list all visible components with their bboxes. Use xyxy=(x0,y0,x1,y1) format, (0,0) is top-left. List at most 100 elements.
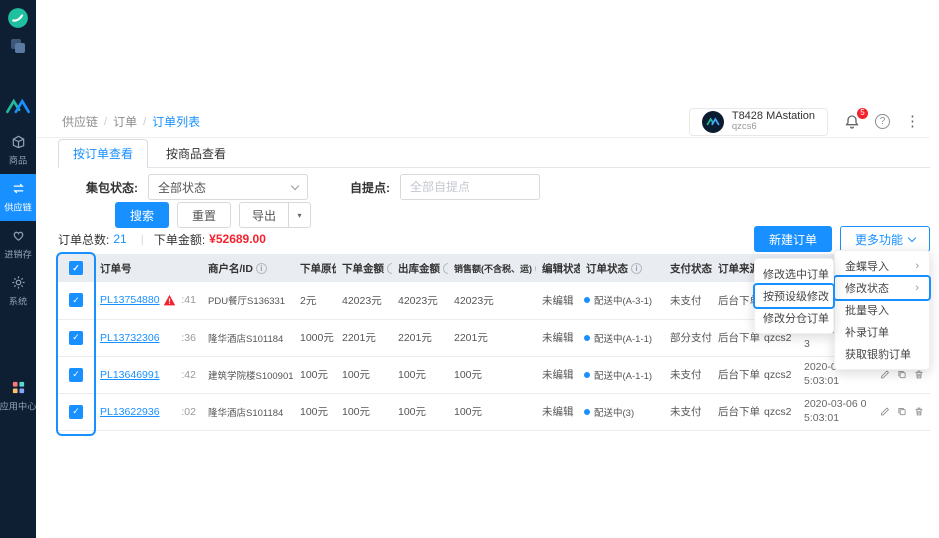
submenu-arrow-icon: › xyxy=(915,260,919,272)
row-checkbox[interactable]: ✓ xyxy=(69,293,83,308)
notification-bell-icon[interactable]: 5 xyxy=(844,107,868,130)
submenu-arrow-icon: › xyxy=(915,282,919,294)
sidebar-item-label: 进销存 xyxy=(4,250,32,261)
sidebar: 商品 供应链 进销存 系统 应用中心 xyxy=(0,0,36,538)
order-number-link[interactable]: PL13732306 xyxy=(100,332,160,344)
new-order-button[interactable]: 新建订单 xyxy=(753,226,832,252)
export-button[interactable]: 导出 xyxy=(239,202,290,228)
breadcrumb-item-current: 订单列表 xyxy=(152,115,201,129)
edit-status-cell: 未编辑 xyxy=(536,393,580,431)
table-row: ✓ PL13646991 :42 建筑学院楼S100901 100元 100元 … xyxy=(58,356,930,394)
order-number-link[interactable]: PL13622936 xyxy=(100,406,160,418)
chevron-down-icon xyxy=(907,233,917,242)
header-more-icon[interactable]: ⋮ xyxy=(905,114,920,129)
sidebar-item-products[interactable]: 商品 xyxy=(0,127,36,174)
sales-amount-cell: 2201元 xyxy=(448,319,536,357)
col-source: 订单来源 xyxy=(712,254,758,282)
order-time-suffix: :36 xyxy=(181,331,196,344)
export-split-button: 导出 ▾ xyxy=(239,202,312,228)
outbound-amount-cell: 100元 xyxy=(392,356,448,394)
breadcrumb-item[interactable]: 供应链 xyxy=(62,113,98,130)
user-account-box[interactable]: T8428 MAstation qzcs6 xyxy=(688,107,828,136)
breadcrumb-separator: / xyxy=(143,115,147,128)
status-dot xyxy=(584,297,590,304)
order-status-cell: 配送中(A-1-1) xyxy=(580,319,664,357)
row-checkbox[interactable]: ✓ xyxy=(69,367,83,382)
delete-icon[interactable] xyxy=(914,405,924,418)
help-icon[interactable]: ? xyxy=(875,114,890,129)
sidebar-item-supply-chain[interactable]: 供应链 xyxy=(0,174,36,221)
select-all-checkbox[interactable]: ✓ xyxy=(69,261,83,275)
info-icon[interactable]: i xyxy=(443,263,448,274)
menu-item-supplement-order[interactable]: 补录订单 xyxy=(835,321,929,343)
col-original-price: 下单原价 xyxy=(294,254,336,282)
copy-icon[interactable] xyxy=(897,405,907,418)
pickup-point-label: 自提点: xyxy=(350,180,390,195)
status-dot xyxy=(584,408,590,415)
submenu-item-modify-by-preset[interactable]: 按预设级修改 xyxy=(753,283,835,309)
outbound-amount-cell: 2201元 xyxy=(392,319,448,357)
export-caret-button[interactable]: ▾ xyxy=(289,202,312,228)
source-cell: 后台下单 xyxy=(712,393,760,431)
row-checkbox[interactable]: ✓ xyxy=(69,404,83,419)
tab-order-view[interactable]: 按订单查看 xyxy=(58,139,149,168)
merchant-cell: 隆华酒店S101184 xyxy=(202,319,294,357)
order-total-value: 21 xyxy=(113,232,127,246)
menu-item-kingdee-import[interactable]: 金蝶导入 › xyxy=(835,255,929,277)
check-icon: ✓ xyxy=(72,262,80,273)
order-time-suffix: :02 xyxy=(181,405,196,418)
col-pay-status: 支付状态 xyxy=(664,254,712,282)
workspace-icon[interactable] xyxy=(8,36,28,56)
order-amount-cell: 42023元 xyxy=(336,282,392,320)
original-price-cell: 100元 xyxy=(294,356,336,394)
order-amount-cell: 2201元 xyxy=(336,319,392,357)
merchant-cell: PDU餐厅S136331 xyxy=(202,282,294,320)
pay-status-cell: 未支付 xyxy=(664,356,712,394)
submenu-item-modify-split-warehouse[interactable]: 修改分仓订单 xyxy=(755,307,833,329)
order-status-cell: 配送中(3) xyxy=(580,393,664,431)
order-time-suffix: :42 xyxy=(181,368,196,381)
menu-item-fetch-pospal-orders[interactable]: 获取银豹订单 xyxy=(835,343,929,365)
breadcrumb-item[interactable]: 订单 xyxy=(113,113,137,130)
info-icon[interactable]: i xyxy=(535,263,536,274)
edit-icon[interactable] xyxy=(880,405,890,418)
more-features-button[interactable]: 更多功能 xyxy=(839,226,930,252)
original-price-cell: 2元 xyxy=(294,282,336,320)
source-cell: 后台下单 xyxy=(712,319,760,357)
company-logo-icon xyxy=(7,7,29,29)
caret-down-icon: ▾ xyxy=(297,210,302,220)
info-icon[interactable]: i xyxy=(387,263,392,274)
sidebar-item-system[interactable]: 系统 xyxy=(0,268,36,315)
user-subtitle: qzcs6 xyxy=(731,121,757,133)
menu-item-modify-status[interactable]: 修改状态 › xyxy=(833,275,931,301)
sidebar-item-app-center[interactable]: 应用中心 xyxy=(0,373,36,420)
order-number-link[interactable]: PL13754880 xyxy=(100,294,160,306)
menu-item-batch-import[interactable]: 批量导入 xyxy=(835,299,929,321)
warning-icon[interactable] xyxy=(163,294,176,307)
row-checkbox[interactable]: ✓ xyxy=(69,330,83,345)
more-features-label: 更多功能 xyxy=(854,232,903,247)
pickup-point-input[interactable] xyxy=(400,174,540,200)
edit-status-cell: 未编辑 xyxy=(536,319,580,357)
search-button[interactable]: 搜索 xyxy=(115,202,170,228)
page: 商品 供应链 进销存 系统 应用中心 供应链 / 订单 / 订单列表 T8428… xyxy=(0,0,939,538)
more-features-menu: 金蝶导入 › 修改状态 › 批量导入 补录订单 获取银豹订单 xyxy=(833,250,931,370)
info-icon[interactable]: i xyxy=(255,263,267,274)
order-status-cell: 配送中(A-1-1) xyxy=(580,356,664,394)
sidebar-item-inventory[interactable]: 进销存 xyxy=(0,221,36,268)
sidebar-item-label: 应用中心 xyxy=(0,402,37,413)
submenu-item-modify-selected[interactable]: 修改选中订单 xyxy=(755,263,833,285)
package-status-select[interactable]: 全部状态 xyxy=(148,174,308,200)
view-tabs: 按订单查看 按商品查看 xyxy=(58,139,930,168)
order-amount-cell: 100元 xyxy=(336,356,392,394)
source-cell: 后台下单 xyxy=(712,356,760,394)
col-order-status: 订单状态 i xyxy=(580,254,664,282)
sidebar-nav: 商品 供应链 进销存 系统 应用中心 xyxy=(0,127,36,420)
reset-button[interactable]: 重置 xyxy=(177,202,232,228)
tab-product-view[interactable]: 按商品查看 xyxy=(152,140,240,167)
row-actions xyxy=(880,405,924,418)
info-icon[interactable]: i xyxy=(631,263,642,274)
order-number-link[interactable]: PL13646991 xyxy=(100,369,160,381)
header-icons: 5 ? ⋮ xyxy=(844,107,920,130)
order-status-cell: 配送中(A-3-1) xyxy=(580,282,664,320)
